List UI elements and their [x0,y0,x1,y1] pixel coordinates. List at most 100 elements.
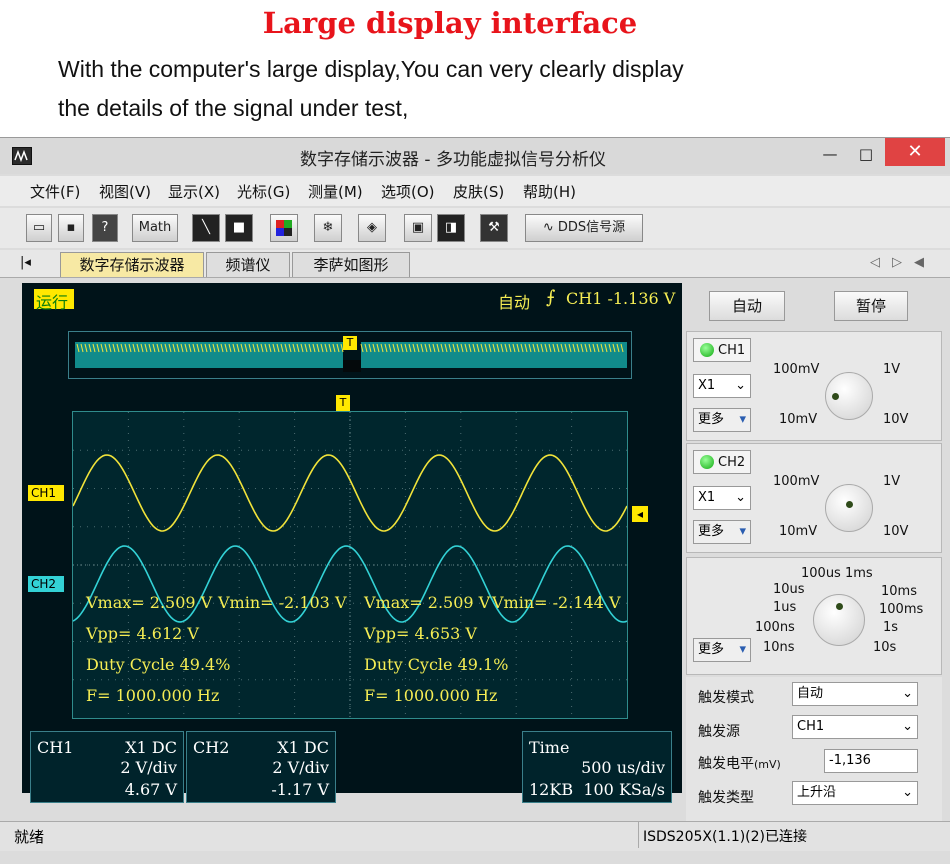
trig-level-label: 触发电平(mV) [698,753,781,773]
hammer-icon[interactable]: ⚒ [480,214,508,242]
chevron-down-icon: ⌄ [902,719,913,734]
time-more-button[interactable]: 更多 ▾ [693,638,751,662]
trig-level-input[interactable]: -1,136 [824,749,918,773]
knob-indicator-icon [832,393,839,400]
ch2-volts-knob[interactable] [825,484,873,532]
ch1-toggle-label: CH1 [718,343,746,358]
ch1-volts-knob[interactable] [825,372,873,420]
line-tool-icon[interactable]: ╲ [192,214,220,242]
ch1-probe-value: X1 [698,378,716,393]
ch1-led-icon [700,343,714,357]
trig-type-select[interactable]: 上升沿 ⌄ [792,781,918,805]
ch1-freq: F= 1000.000 Hz [86,686,220,705]
time-label-10us: 10us [773,582,805,597]
ch2-duty: Duty Cycle 49.1% [364,655,509,674]
trigger-level-marker[interactable]: ◂ [632,506,648,522]
trig-mode-value: 自动 [797,686,824,701]
tab-spectrum[interactable]: 频谱仪 [206,252,290,277]
time-box-tdiv: 500 us/div [581,758,665,777]
ch2-group: CH2 X1 ⌄ 更多 ▾ 100mV 1V 10mV 10V [686,443,942,553]
ch2-probe-select[interactable]: X1 ⌄ [693,486,751,510]
ch2-level-marker[interactable]: CH2 [28,576,64,592]
trigger-settings: 触发模式 自动 ⌄ 触发源 CH1 ⌄ 触发电平(mV) -1,136 触发类型 上… [686,677,942,827]
ch2-toggle[interactable]: CH2 [693,450,751,474]
tab-next-icon[interactable]: ▷ [892,255,902,270]
time-label-10s: 10s [873,640,897,655]
page-heading: Large display interface [262,6,638,40]
split-icon[interactable]: ◨ [437,214,465,242]
menu-skin[interactable]: 皮肤(S) [453,181,504,202]
ch1-volt-100mv: 100mV [773,362,820,377]
trig-mode-select[interactable]: 自动 ⌄ [792,682,918,706]
ch2-vmin: Vmin= -2.144 V [492,593,621,612]
time-info-box[interactable]: Time 500 us/div 12KB 100 KSa/s [522,731,672,803]
ch1-group: CH1 X1 ⌄ 更多 ▾ 100mV 1V 10mV 10V [686,331,942,441]
open-folder-icon[interactable]: ▭ [26,214,52,242]
time-label-1s: 1s [883,620,899,635]
menu-measure[interactable]: 测量(M) [308,181,363,202]
dropdown-arrow-icon: ▾ [739,642,746,657]
tab-close-icon[interactable]: ◀ [914,255,924,270]
time-label-10ms: 10ms [881,584,917,599]
ch2-vpp: Vpp= 4.653 V [364,624,477,643]
waveform-overview[interactable]: T [68,331,632,379]
tab-prev-icon[interactable]: ◁ [870,255,880,270]
pause-button[interactable]: 暂停 [834,291,908,321]
device-status: ISDS205X(1.1)(2)已连接 [638,822,918,848]
timebase-knob[interactable] [813,594,865,646]
maximize-button[interactable]: □ [850,142,882,166]
time-label-10ns: 10ns [763,640,795,655]
window-icon[interactable]: ▣ [404,214,432,242]
ch1-toggle[interactable]: CH1 [693,338,751,362]
close-button[interactable]: ✕ [885,138,945,166]
ch1-box-vdiv: 2 V/div [120,758,177,777]
ch1-probe-select[interactable]: X1 ⌄ [693,374,751,398]
menu-options[interactable]: 选项(O) [381,181,435,202]
ch1-more-button[interactable]: 更多 ▾ [693,408,751,432]
color-palette-icon[interactable] [270,214,298,242]
menu-bar: 文件(F) 视图(V) 显示(X) 光标(G) 测量(M) 选项(O) 皮肤(S… [0,176,950,206]
menu-display[interactable]: 显示(X) [168,181,220,202]
tab-oscilloscope[interactable]: 数字存储示波器 [60,252,204,277]
trig-source-value: CH1 [797,719,825,734]
control-panel: 自动 暂停 CH1 X1 ⌄ 更多 ▾ 100mV 1V 10mV 10V CH2 … [684,283,944,828]
time-box-label: Time [529,738,570,757]
tab-start-icon[interactable]: |◂ [20,255,31,270]
ch1-level-marker[interactable]: CH1 [28,485,64,501]
time-label-1us: 1us [773,600,797,615]
auto-button[interactable]: 自动 [709,291,785,321]
trigger-position-marker[interactable]: T [336,395,350,411]
ch1-info-box[interactable]: CH1 X1 DC 2 V/div 4.67 V [30,731,184,803]
trig-source-select[interactable]: CH1 ⌄ [792,715,918,739]
ch2-more-button[interactable]: 更多 ▾ [693,520,751,544]
window-title: 数字存储示波器 - 多功能虚拟信号分析仪 [300,150,606,170]
menu-file[interactable]: 文件(F) [30,181,80,202]
menu-view[interactable]: 视图(V) [99,181,151,202]
ch1-volt-10v: 10V [883,412,909,427]
time-label-100ns: 100ns [755,620,795,635]
menu-cursor[interactable]: 光标(G) [237,181,290,202]
stop-icon[interactable]: ■ [225,214,253,242]
help-icon[interactable]: ? [92,214,118,242]
timebase-group: 100us 1ms 10us 10ms 1us 100ms 100ns 1s 1… [686,557,942,675]
ch2-box-mode: X1 DC [277,738,329,757]
dds-label: DDS信号源 [557,220,626,235]
menu-help[interactable]: 帮助(H) [523,181,576,202]
knob-indicator-icon [836,603,843,610]
intro-line-2: the details of the signal under test, [58,95,409,121]
ch1-vmax: Vmax= 2.509 V [86,593,213,612]
save-icon[interactable]: ▪ [58,214,84,242]
tab-lissajous[interactable]: 李萨如图形 [292,252,410,277]
trig-type-value: 上升沿 [797,785,837,800]
dds-generator-button[interactable]: ∿ DDS信号源 [525,214,643,242]
title-bar: 数字存储示波器 - 多功能虚拟信号分析仪 — □ ✕ [0,138,950,174]
ch2-info-box[interactable]: CH2 X1 DC 2 V/div -1.17 V [186,731,336,803]
knob-indicator-icon [846,501,853,508]
snowflake-icon[interactable]: ❄ [314,214,342,242]
toolbar: ▭ ▪ ? Math ╲ ■ ❄ ◈ ▣ ◨ ⚒ ∿ DDS信号源 [0,208,950,248]
tag-icon[interactable]: ◈ [358,214,386,242]
minimize-button[interactable]: — [814,142,846,166]
overview-trigger-marker[interactable]: T [343,336,357,350]
math-button[interactable]: Math [132,214,178,242]
trig-level-unit: (mV) [754,758,781,771]
